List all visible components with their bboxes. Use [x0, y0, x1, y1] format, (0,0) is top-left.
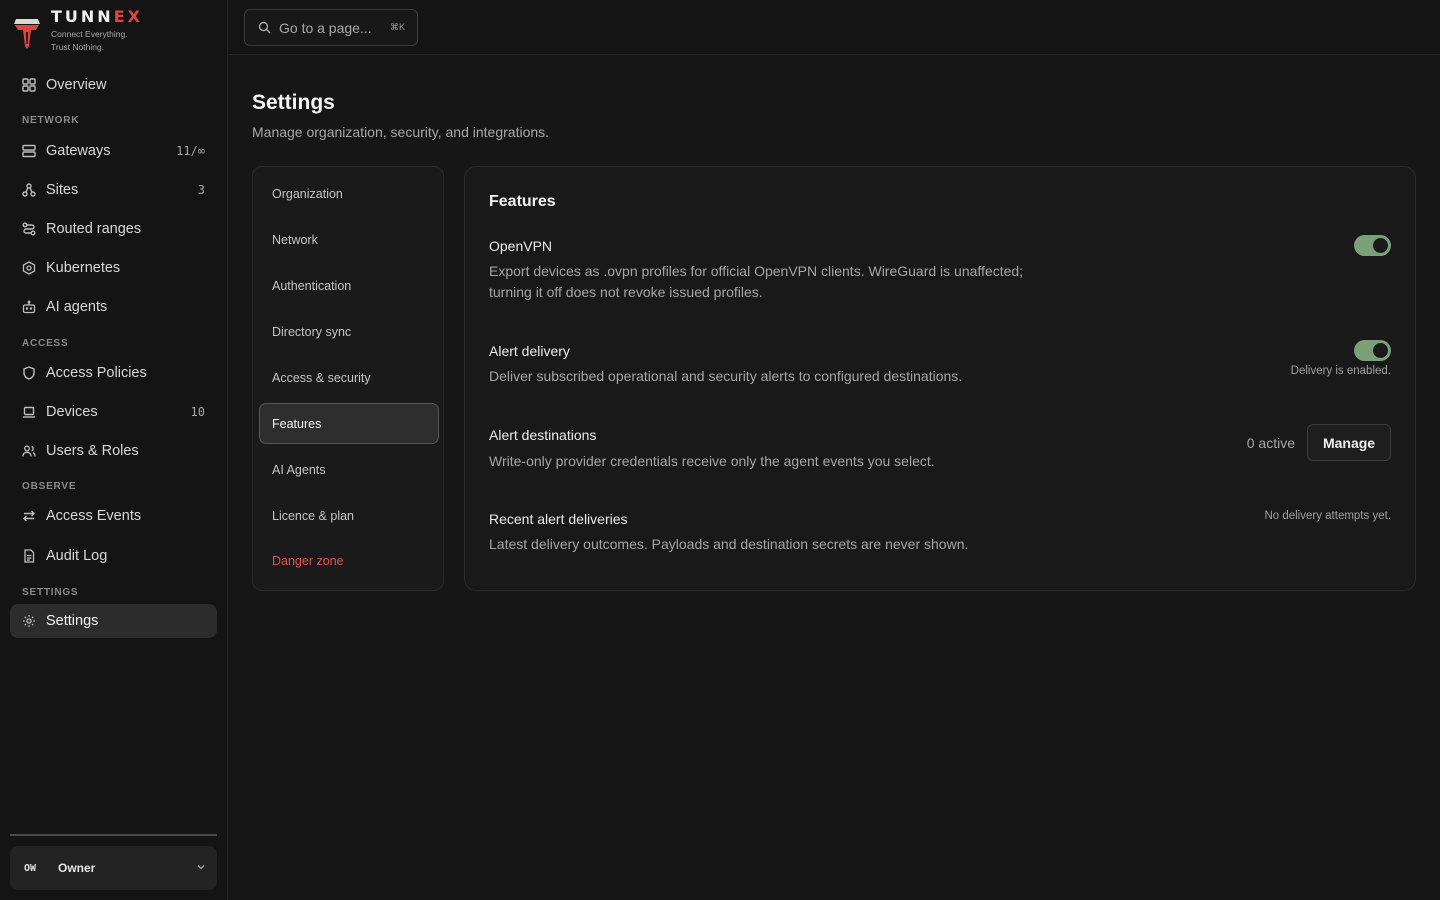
brand-tagline-2: Trust Nothing.: [51, 42, 105, 52]
alert-destinations-active-count: 0 active: [1246, 435, 1295, 451]
avatar: OW: [24, 862, 37, 874]
openvpn-description: Export devices as .ovpn profiles for off…: [489, 263, 1024, 300]
sidebar-item-access-events[interactable]: Access Events: [10, 499, 217, 533]
sidebar-item-label: Access Events: [46, 508, 142, 524]
settings-tab-ai-agents[interactable]: AI Agents: [259, 449, 439, 490]
account-name: Owner: [58, 861, 96, 875]
section-label-settings: SETTINGS: [22, 587, 79, 598]
sidebar-item-label: Settings: [46, 613, 99, 629]
laptop-icon: [22, 405, 36, 419]
alert-destinations-description: Write-only provider credentials receive …: [489, 453, 935, 469]
server-icon: [22, 144, 36, 158]
page-search-input[interactable]: Go to a page... ⌘K: [244, 9, 418, 46]
alert-delivery-status: Delivery is enabled.: [1290, 365, 1391, 377]
alert-delivery-title: Alert delivery: [489, 343, 570, 359]
users-icon: [22, 444, 36, 458]
sidebar-item-ai-agents[interactable]: AI agents: [10, 290, 217, 324]
features-card: Features OpenVPN Export devices as .ovpn…: [464, 166, 1416, 591]
kubernetes-icon: [22, 261, 36, 275]
sidebar-divider: [10, 834, 217, 836]
manage-destinations-button[interactable]: Manage: [1307, 424, 1391, 461]
search-icon: [258, 21, 271, 34]
brand-tagline-1: Connect Everything.: [51, 29, 128, 39]
sidebar-item-overview[interactable]: Overview: [10, 68, 217, 102]
bot-icon: [22, 300, 36, 314]
sidebar-item-routed-ranges[interactable]: Routed ranges: [10, 212, 217, 246]
alert-destinations-title: Alert destinations: [489, 427, 597, 443]
document-icon: [22, 549, 36, 563]
sidebar-item-label: Users & Roles: [46, 443, 139, 459]
section-label-network: NETWORK: [22, 115, 80, 126]
openvpn-toggle[interactable]: [1354, 235, 1391, 256]
sidebar-item-devices[interactable]: Devices 10: [10, 395, 217, 429]
settings-tab-organization[interactable]: Organization: [259, 173, 439, 214]
settings-tab-licence-plan[interactable]: Licence & plan: [259, 495, 439, 536]
sidebar-item-label: Access Policies: [46, 365, 147, 381]
chevron-down-icon: [197, 865, 205, 870]
sidebar-item-label: Sites: [46, 182, 79, 198]
recent-deliveries-title: Recent alert deliveries: [489, 511, 628, 527]
brand-name: TUNNEX: [51, 7, 143, 26]
sidebar-item-audit-log[interactable]: Audit Log: [10, 539, 217, 573]
tunnex-logo-icon: [14, 19, 40, 49]
sidebar-item-users-roles[interactable]: Users & Roles: [10, 434, 217, 468]
settings-tab-access-security[interactable]: Access & security: [259, 357, 439, 398]
recent-deliveries-status: No delivery attempts yet.: [1264, 510, 1391, 522]
settings-tab-network[interactable]: Network: [259, 219, 439, 260]
sidebar-item-label: AI agents: [46, 299, 108, 315]
account-menu[interactable]: OW Owner: [10, 846, 217, 890]
recent-deliveries-description: Latest delivery outcomes. Payloads and d…: [489, 536, 969, 552]
gateways-count: 11/∞: [176, 144, 205, 158]
alert-delivery-toggle[interactable]: [1354, 340, 1391, 361]
sidebar-item-kubernetes[interactable]: Kubernetes: [10, 251, 217, 285]
sidebar-item-label: Overview: [46, 77, 107, 93]
top-bar: Go to a page... ⌘K: [229, 0, 1440, 55]
settings-nav: Organization Network Authentication Dire…: [252, 166, 444, 591]
sidebar-item-label: Routed ranges: [46, 221, 142, 237]
sidebar-item-label: Devices: [46, 404, 98, 420]
settings-tab-features[interactable]: Features: [259, 403, 439, 444]
sidebar-item-label: Audit Log: [46, 548, 108, 564]
sidebar: TUNNEX Connect Everything. Trust Nothing…: [0, 0, 228, 900]
sidebar-item-gateways[interactable]: Gateways 11/∞: [10, 134, 217, 168]
features-title: Features: [489, 193, 556, 210]
section-label-access: ACCESS: [22, 338, 69, 349]
sidebar-item-access-policies[interactable]: Access Policies: [10, 356, 217, 390]
arrows-icon: [22, 509, 36, 523]
section-label-observe: OBSERVE: [22, 481, 77, 492]
settings-tab-directory-sync[interactable]: Directory sync: [259, 311, 439, 352]
gear-icon: [22, 614, 36, 628]
page-title: Settings: [252, 91, 335, 114]
sidebar-item-label: Kubernetes: [46, 260, 121, 276]
shield-icon: [22, 366, 36, 380]
sidebar-item-label: Gateways: [46, 143, 111, 159]
settings-tab-authentication[interactable]: Authentication: [259, 265, 439, 306]
grid-icon: [22, 78, 36, 92]
page-subtitle: Manage organization, security, and integ…: [252, 124, 550, 140]
sidebar-item-settings[interactable]: Settings: [10, 604, 217, 638]
openvpn-title: OpenVPN: [489, 238, 553, 254]
sites-icon: [22, 183, 36, 197]
search-placeholder: Go to a page...: [279, 19, 372, 36]
sites-count: 3: [197, 183, 205, 197]
devices-count: 10: [190, 405, 205, 419]
sidebar-item-sites[interactable]: Sites 3: [10, 173, 217, 207]
settings-tab-danger-zone[interactable]: Danger zone: [259, 540, 439, 581]
alert-delivery-description: Deliver subscribed operational and secur…: [489, 368, 963, 384]
brand[interactable]: TUNNEX Connect Everything. Trust Nothing…: [12, 8, 143, 54]
search-shortcut: ⌘K: [389, 22, 405, 32]
route-icon: [22, 222, 36, 236]
